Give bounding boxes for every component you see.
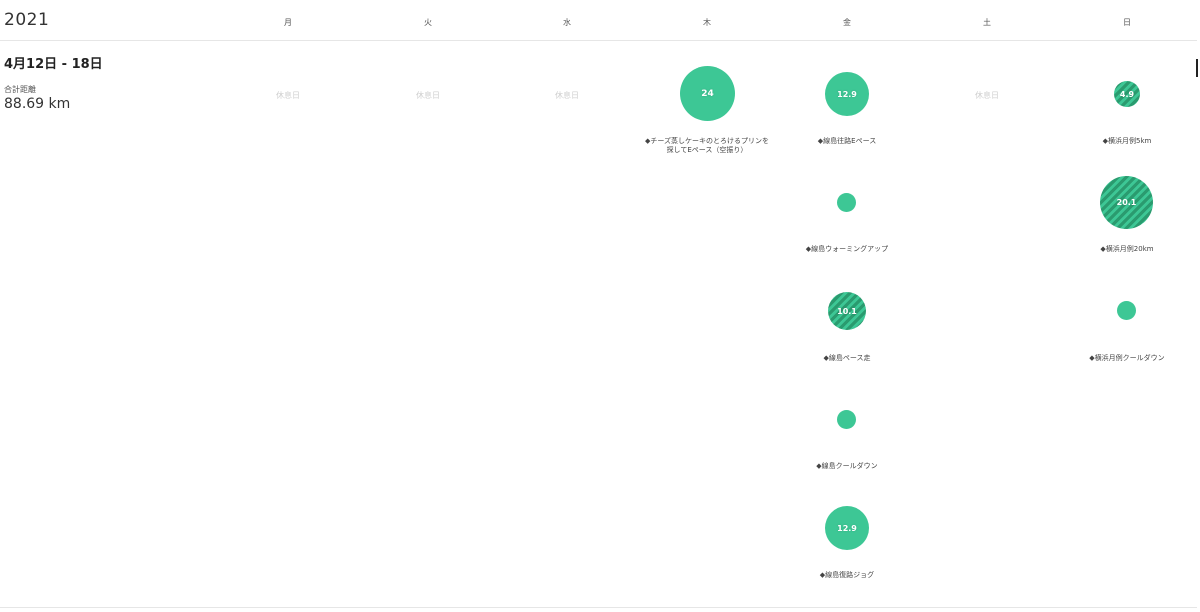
- week-range-title: 4月12日 - 18日: [4, 57, 103, 72]
- scroll-indicator[interactable]: [1196, 59, 1198, 77]
- activity-label[interactable]: ◆横浜月例クールダウン: [1062, 354, 1192, 363]
- activity-bubble[interactable]: 24: [680, 66, 735, 121]
- bottom-divider: [0, 607, 1197, 608]
- activity-bubble[interactable]: [837, 410, 856, 429]
- day-header-wed: 水: [563, 18, 571, 27]
- rest-day-sat: 休息日: [975, 91, 999, 100]
- day-header-mon: 月: [284, 18, 292, 27]
- activity-distance: 20.1: [1116, 198, 1137, 207]
- activity-distance: 4.9: [1119, 89, 1135, 99]
- activity-bubble[interactable]: 20.1: [1100, 176, 1153, 229]
- rest-day-wed: 休息日: [555, 91, 579, 100]
- activity-label[interactable]: ◆線島クールダウン: [782, 462, 912, 471]
- day-header-tue: 火: [424, 18, 432, 27]
- activity-distance: 12.9: [837, 523, 857, 533]
- day-header-thu: 木: [703, 18, 711, 27]
- activity-bubble[interactable]: 12.9: [825, 72, 869, 116]
- activity-label[interactable]: ◆線島往路Eペース: [782, 137, 912, 146]
- day-header-fri: 金: [843, 18, 851, 27]
- activity-bubble[interactable]: 10.1: [828, 292, 866, 330]
- activity-bubble[interactable]: 4.9: [1114, 81, 1140, 107]
- total-distance-value: 88.69 km: [4, 96, 71, 112]
- activity-bubble[interactable]: 12.9: [825, 506, 869, 550]
- rest-day-tue: 休息日: [416, 91, 440, 100]
- activity-label[interactable]: ◆横浜月例5km: [1062, 137, 1192, 146]
- activity-label[interactable]: ◆横浜月例20km: [1062, 245, 1192, 254]
- activity-label[interactable]: ◆線島復路ジョグ: [782, 571, 912, 580]
- day-header-sun: 日: [1123, 18, 1131, 27]
- activity-label[interactable]: ◆チーズ蒸しケーキのとろけるプリンを探してEペース（空振り）: [642, 137, 772, 155]
- activity-distance: 10.1: [837, 306, 857, 316]
- activity-label[interactable]: ◆線島ウォーミングアップ: [782, 245, 912, 254]
- day-header-sat: 土: [983, 18, 991, 27]
- calendar-header: 2021 月 火 水 木 金 土 日: [0, 0, 1197, 41]
- year-label: 2021: [4, 10, 50, 30]
- rest-day-mon: 休息日: [276, 91, 300, 100]
- activity-label[interactable]: ◆線島ペース走: [782, 354, 912, 363]
- total-distance-label: 合計距離: [4, 85, 36, 94]
- activity-bubble[interactable]: [1117, 301, 1136, 320]
- activity-bubble[interactable]: [837, 193, 856, 212]
- activity-distance: 12.9: [837, 89, 857, 99]
- activity-distance: 24: [701, 88, 714, 99]
